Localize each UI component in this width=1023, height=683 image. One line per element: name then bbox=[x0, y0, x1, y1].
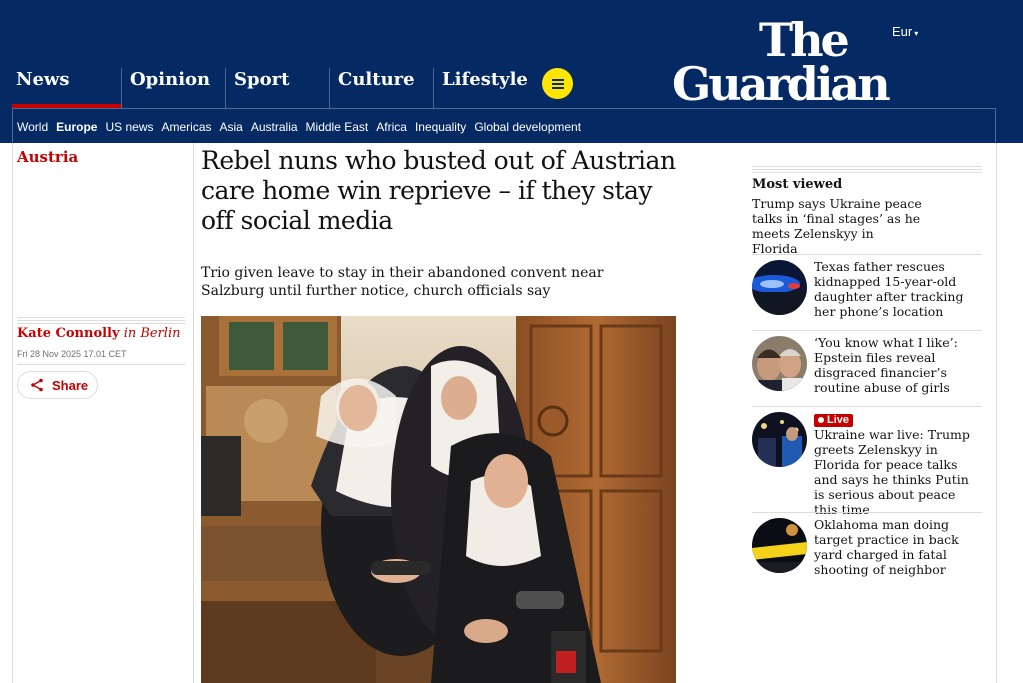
subnav-europe[interactable]: Europe bbox=[56, 120, 97, 134]
most-viewed-item[interactable]: Texas father rescues kidnapped 15-year-o… bbox=[752, 254, 982, 330]
live-label: Live bbox=[827, 413, 850, 426]
headline: Rebel nuns who busted out of Austrian ca… bbox=[201, 146, 676, 235]
subnav-global-development[interactable]: Global development bbox=[474, 120, 581, 134]
subnav-us-news[interactable]: US news bbox=[105, 120, 153, 134]
pillar-opinion[interactable]: Opinion bbox=[121, 68, 225, 108]
share-label: Share bbox=[52, 377, 89, 393]
nuns-photo-illustration bbox=[201, 316, 676, 683]
most-viewed-item[interactable]: Oklahoma man doing target practice in ba… bbox=[752, 512, 982, 588]
chevron-down-icon: ▾ bbox=[914, 29, 919, 38]
pillar-news[interactable]: News bbox=[12, 68, 121, 108]
byline-divider bbox=[17, 317, 185, 324]
menu-icon-bar bbox=[551, 78, 564, 81]
most-viewed-item[interactable]: Trump says Ukraine peace talks in ‘final… bbox=[752, 192, 982, 256]
standfirst: Trio given leave to stay in their abando… bbox=[201, 265, 604, 299]
night-scene-thumbnail-icon bbox=[752, 412, 807, 467]
live-badge: Live bbox=[814, 413, 854, 427]
subnav-africa[interactable]: Africa bbox=[376, 120, 407, 134]
share-button[interactable]: Share bbox=[17, 371, 98, 399]
share-icon bbox=[31, 378, 43, 392]
column-divider bbox=[996, 143, 997, 683]
portrait-thumbnail-icon bbox=[752, 336, 807, 391]
pillar-culture[interactable]: Culture bbox=[329, 68, 433, 108]
police-tape-thumbnail-icon bbox=[752, 518, 807, 573]
most-viewed-item-text: Oklahoma man doing target practice in ba… bbox=[814, 517, 959, 577]
logo-line-2: Guardian bbox=[672, 57, 891, 111]
logo-line-1: The bbox=[758, 13, 850, 67]
most-viewed-title: Most viewed bbox=[752, 177, 843, 192]
most-viewed-divider bbox=[752, 166, 982, 175]
column-divider bbox=[12, 143, 13, 683]
most-viewed-item[interactable]: Live Ukraine war live: Trump greets Zele… bbox=[752, 406, 982, 517]
menu-icon-bar bbox=[551, 86, 564, 89]
edition-selector[interactable]: Eur ▾ bbox=[892, 24, 918, 39]
live-dot-icon bbox=[818, 417, 824, 423]
section-label[interactable]: Austria bbox=[17, 148, 78, 166]
subnav-world[interactable]: World bbox=[17, 120, 48, 134]
police-lights-thumbnail-icon bbox=[752, 260, 807, 315]
meta-divider bbox=[17, 364, 185, 365]
pillar-lifestyle[interactable]: Lifestyle bbox=[433, 68, 537, 108]
subnav-australia[interactable]: Australia bbox=[251, 120, 298, 134]
most-viewed-item-text-block: Live Ukraine war live: Trump greets Zele… bbox=[814, 411, 982, 517]
article-main-image bbox=[201, 316, 676, 683]
guardian-logo[interactable]: The Guardian bbox=[672, 13, 891, 111]
most-viewed-item-text: Ukraine war live: Trump greets Zelenskyy… bbox=[814, 426, 970, 517]
publish-date: Fri 28 Nov 2025 17.01 CET bbox=[17, 349, 127, 359]
menu-icon-bar bbox=[551, 82, 564, 85]
most-viewed-item[interactable]: ‘You know what I like’: Epstein files re… bbox=[752, 330, 982, 406]
pillar-sport[interactable]: Sport bbox=[225, 68, 329, 108]
subnav-inequality[interactable]: Inequality bbox=[415, 120, 466, 134]
menu-button[interactable] bbox=[542, 68, 573, 99]
most-viewed-item-text: Texas father rescues kidnapped 15-year-o… bbox=[814, 259, 964, 319]
subnav-middle-east[interactable]: Middle East bbox=[306, 120, 369, 134]
most-viewed-item-text: ‘You know what I like’: Epstein files re… bbox=[814, 335, 958, 395]
masthead: Eur ▾ The Guardian News Opinion Sport Cul… bbox=[0, 0, 1023, 143]
most-viewed-item-text: Trump says Ukraine peace talks in ‘final… bbox=[752, 196, 922, 256]
sub-nav: World Europe US news Americas Asia Austr… bbox=[12, 108, 996, 143]
subnav-americas[interactable]: Americas bbox=[162, 120, 212, 134]
author-location: in Berlin bbox=[123, 326, 181, 341]
subnav-asia[interactable]: Asia bbox=[220, 120, 243, 134]
column-divider bbox=[193, 143, 194, 683]
author-link[interactable]: Kate Connolly bbox=[17, 326, 120, 341]
byline: Kate Connolly in Berlin bbox=[17, 326, 181, 341]
edition-label: Eur bbox=[892, 24, 913, 39]
